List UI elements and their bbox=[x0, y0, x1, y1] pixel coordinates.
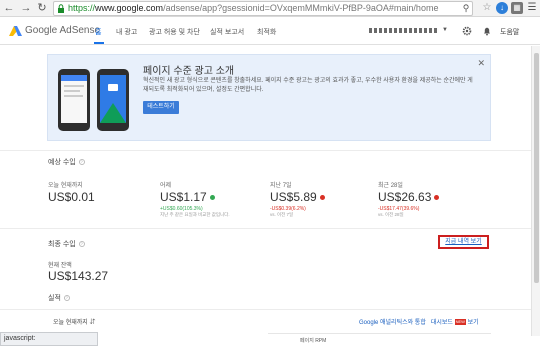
metric-label-today: 오늘 현재까지 bbox=[48, 183, 83, 189]
help-icon[interactable]: ? bbox=[63, 295, 70, 302]
dashboard-link[interactable]: 대시보드 bbox=[431, 320, 453, 326]
new-badge: NEW bbox=[454, 319, 466, 326]
promo-title: 페이지 수준 광고 소개 bbox=[143, 66, 235, 77]
phone-illustration-left bbox=[58, 69, 90, 131]
divider bbox=[0, 228, 531, 229]
help-icon[interactable]: ? bbox=[78, 159, 85, 166]
reload-icon[interactable]: ↻ bbox=[36, 1, 48, 15]
payment-history-link[interactable]: 지급 내역 보기 bbox=[438, 235, 489, 249]
performance-title: 실적? bbox=[48, 295, 70, 302]
gear-icon[interactable] bbox=[462, 26, 472, 36]
extension-icons: ☆ ↓ ▦ ☰ bbox=[481, 2, 538, 14]
browser-toolbar: ← → ↻ https://www.google.com/adsense/app… bbox=[0, 0, 540, 17]
divider bbox=[0, 150, 531, 151]
rpm-panel: 페이지 RPM bbox=[268, 333, 491, 344]
bell-icon[interactable] bbox=[482, 26, 492, 36]
metric-compare-28days: vs. 이전 28일 bbox=[378, 212, 404, 217]
search-icon[interactable]: ⚲ bbox=[460, 1, 472, 15]
metric-compare-yesterday: 지난 주 같은 요일과 비교한 값입니다. bbox=[160, 212, 230, 217]
url-host: www.google.com bbox=[95, 3, 164, 13]
trend-down-indicator bbox=[434, 195, 440, 201]
final-earnings-title: 최종 수입? bbox=[48, 241, 85, 248]
tab-home[interactable]: 홈 bbox=[95, 27, 101, 37]
metric-label-7days: 지난 7일 bbox=[270, 183, 292, 189]
metric-value-7days: US$5.89 bbox=[270, 190, 325, 204]
tab-optimization[interactable]: 최적화 bbox=[257, 27, 276, 37]
metric-value-today: US$0.01 bbox=[48, 190, 95, 204]
performance-links: Google 애널리틱스와 통합 대시보드 NEW 보기 bbox=[359, 317, 479, 326]
browser-status-bar: javascript: bbox=[0, 332, 98, 346]
lock-icon bbox=[58, 4, 64, 13]
estimated-earnings-title: 예상 수입? bbox=[48, 159, 85, 166]
address-bar[interactable]: https://www.google.com/adsense/app?gsess… bbox=[53, 1, 473, 16]
extension-icon[interactable]: ▦ bbox=[511, 2, 523, 14]
active-tab-indicator bbox=[94, 42, 104, 44]
metric-compare-7days: vs. 이전 7일 bbox=[270, 212, 294, 217]
tab-allow-block-ads[interactable]: 광고 허용 및 차단 bbox=[149, 27, 200, 37]
account-email-redacted[interactable] bbox=[369, 28, 439, 33]
divider bbox=[0, 309, 531, 310]
current-balance-value: US$143.27 bbox=[48, 269, 109, 283]
close-icon[interactable]: ✕ bbox=[477, 58, 485, 69]
view-link[interactable]: 보기 bbox=[468, 320, 479, 326]
chevron-down-icon[interactable]: ▼ bbox=[442, 27, 448, 33]
adsense-logo-icon[interactable] bbox=[9, 25, 22, 36]
trend-down-indicator bbox=[319, 195, 325, 201]
scrollbar-thumb[interactable] bbox=[534, 53, 539, 283]
forward-icon[interactable]: → bbox=[20, 1, 32, 15]
download-icon[interactable]: ↓ bbox=[496, 2, 508, 14]
back-icon[interactable]: ← bbox=[3, 1, 15, 15]
url-scheme: https:// bbox=[68, 3, 96, 13]
star-icon[interactable]: ☆ bbox=[481, 2, 493, 14]
tab-performance-reports[interactable]: 실적 보고서 bbox=[210, 27, 244, 37]
logo-text[interactable]: Google AdSense bbox=[25, 25, 100, 36]
help-link[interactable]: 도움말 bbox=[500, 27, 519, 37]
app-header: Google AdSense 홈 내 광고 광고 허용 및 차단 실적 보고서 … bbox=[0, 18, 540, 45]
metric-label-28days: 최근 28일 bbox=[378, 183, 403, 189]
metric-value-yesterday: US$1.17 bbox=[160, 190, 215, 204]
help-icon[interactable]: ? bbox=[78, 241, 85, 248]
try-it-button[interactable]: 테스트하기 bbox=[143, 101, 179, 114]
trend-up-indicator bbox=[209, 195, 215, 201]
analytics-integration-link[interactable]: Google 애널리틱스와 통합 bbox=[359, 320, 426, 326]
current-balance-label: 현재 잔액 bbox=[48, 263, 72, 269]
phone-illustration-right bbox=[97, 69, 129, 131]
metric-label-yesterday: 어제 bbox=[160, 183, 172, 189]
rpm-heading: 페이지 RPM bbox=[300, 338, 327, 344]
tab-my-ads[interactable]: 내 광고 bbox=[116, 27, 137, 37]
period-dropdown[interactable]: 오늘 현재까지 ⇵ bbox=[53, 317, 95, 326]
promo-description: 혁신적인 새 광고 형식으로 콘텐츠를 창출하세요. 페이지 수준 광고는 광고… bbox=[143, 78, 473, 93]
menu-icon[interactable]: ☰ bbox=[526, 2, 538, 14]
url-path: /adsense/app?gsessionid=OVxqemMMmkiV-PfB… bbox=[163, 3, 439, 13]
promo-card: 페이지 수준 광고 소개 혁신적인 새 광고 형식으로 콘텐츠를 창출하세요. … bbox=[47, 54, 491, 141]
page-scrollbar[interactable] bbox=[531, 46, 540, 336]
metric-value-28days: US$26.63 bbox=[378, 190, 440, 204]
